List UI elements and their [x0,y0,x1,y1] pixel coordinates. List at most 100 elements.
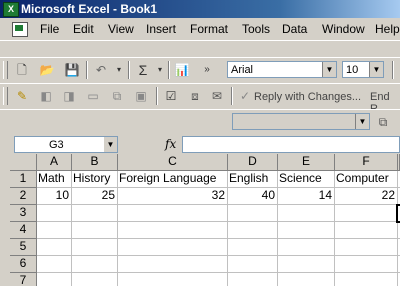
empty-cell[interactable] [335,273,398,286]
menu-view[interactable]: View [108,22,134,36]
reply-changes-icon[interactable]: ✓ [236,87,254,105]
empty-cell[interactable] [228,222,278,239]
column-header-d[interactable]: D [228,154,278,171]
chart-wizard-icon[interactable]: 📊 [173,61,191,79]
empty-cell[interactable] [72,256,118,273]
row-header[interactable]: 6 [10,256,37,273]
undo-icon[interactable]: ↶ [92,61,110,79]
show-comment-icon[interactable]: ▭ [84,87,102,105]
cell-f2[interactable]: 22 [335,188,398,205]
menu-data[interactable]: Data [282,22,307,36]
delete-comment-icon[interactable]: ▣ [132,87,150,105]
update-file-icon[interactable]: ⧈ [186,87,204,105]
empty-cell[interactable] [37,273,72,286]
menu-format[interactable]: Format [190,22,228,36]
cell-f1[interactable]: Computer [335,171,398,188]
save-icon[interactable]: 💾 [63,61,81,79]
menu-insert[interactable]: Insert [146,22,176,36]
selected-cell-g3[interactable] [396,204,400,223]
column-header-b[interactable]: B [72,154,118,171]
cell-e1[interactable]: Science [278,171,335,188]
toolbar-dropdown[interactable]: ▼ [232,113,370,130]
empty-cell[interactable] [335,256,398,273]
empty-cell[interactable] [335,205,398,222]
column-header-f[interactable]: F [335,154,398,171]
cell-e2[interactable]: 14 [278,188,335,205]
select-all-corner[interactable] [10,154,37,171]
menu-edit[interactable]: Edit [73,22,94,36]
empty-cell[interactable] [72,222,118,239]
empty-cell[interactable] [72,239,118,256]
excel-app-icon[interactable]: X [3,2,19,17]
empty-cell[interactable] [228,239,278,256]
cell-d2[interactable]: 40 [228,188,278,205]
autosum-dropdown-icon[interactable]: ▾ [151,61,169,79]
name-box[interactable]: G3 ▼ [14,136,118,153]
column-header-a[interactable]: A [37,154,72,171]
toolbar-grip[interactable] [3,87,8,105]
empty-cell[interactable] [37,222,72,239]
empty-cell[interactable] [72,205,118,222]
new-comment-icon[interactable]: ✎ [13,87,31,105]
reply-with-changes-button[interactable]: Reply with Changes... [254,91,361,103]
open-folder-icon[interactable]: 📂 [38,61,56,79]
chevron-down-icon[interactable]: ▼ [369,62,383,77]
font-size-select[interactable]: 10 ▼ [342,61,384,78]
empty-cell[interactable] [278,273,335,286]
empty-cell[interactable] [72,273,118,286]
cell-b1[interactable]: History [72,171,118,188]
menu-window[interactable]: Window [322,22,365,36]
menu-file[interactable]: File [40,22,59,36]
cell-d1[interactable]: English [228,171,278,188]
empty-cell[interactable] [278,205,335,222]
empty-cell[interactable] [228,256,278,273]
workbook-icon[interactable] [12,22,28,37]
empty-cell[interactable] [228,205,278,222]
empty-cell[interactable] [278,222,335,239]
cell-a2[interactable]: 10 [37,188,72,205]
empty-cell[interactable] [118,205,228,222]
new-document-icon[interactable]: 🗋 [13,61,31,79]
cell-b2[interactable]: 25 [72,188,118,205]
row-header[interactable]: 4 [10,222,37,239]
empty-cell[interactable] [228,273,278,286]
row-header[interactable]: 5 [10,239,37,256]
cell-c1[interactable]: Foreign Language [118,171,228,188]
row-header[interactable]: 2 [10,188,37,205]
empty-cell[interactable] [118,222,228,239]
undo-dropdown-icon[interactable]: ▾ [110,61,128,79]
empty-cell[interactable] [335,222,398,239]
cell-a1[interactable]: Math [37,171,72,188]
empty-cell[interactable] [118,273,228,286]
empty-cell[interactable] [37,239,72,256]
empty-cell[interactable] [118,239,228,256]
menu-tools[interactable]: Tools [242,22,270,36]
toolbar-grip[interactable] [3,61,8,79]
show-all-comments-icon[interactable]: ⧉ [108,87,126,105]
chevron-down-icon[interactable]: ▼ [355,114,369,129]
row-header[interactable]: 1 [10,171,37,188]
empty-cell[interactable] [335,239,398,256]
column-header-c[interactable]: C [118,154,228,171]
next-comment-icon[interactable]: ◨ [60,87,78,105]
empty-cell[interactable] [278,239,335,256]
formula-input[interactable] [182,136,400,153]
empty-cell[interactable] [278,256,335,273]
empty-cell[interactable] [37,256,72,273]
toolbar-button-icon[interactable]: ⧉ [374,113,392,131]
cell-c2[interactable]: 32 [118,188,228,205]
menu-help[interactable]: Help [375,22,400,36]
chevron-down-icon[interactable]: ▼ [104,137,117,152]
empty-cell[interactable] [37,205,72,222]
row-header[interactable]: 7 [10,273,37,286]
send-to-mail-icon[interactable]: ✉ [208,87,226,105]
row-header[interactable]: 3 [10,205,37,222]
previous-comment-icon[interactable]: ◧ [37,87,55,105]
autosum-icon[interactable]: Σ [134,61,152,79]
column-header-e[interactable]: E [278,154,335,171]
toolbar-options-icon[interactable]: » [198,61,216,79]
font-name-select[interactable]: Arial ▼ [227,61,337,78]
create-task-icon[interactable]: ☑ [162,87,180,105]
chevron-down-icon[interactable]: ▼ [322,62,336,77]
empty-cell[interactable] [118,256,228,273]
